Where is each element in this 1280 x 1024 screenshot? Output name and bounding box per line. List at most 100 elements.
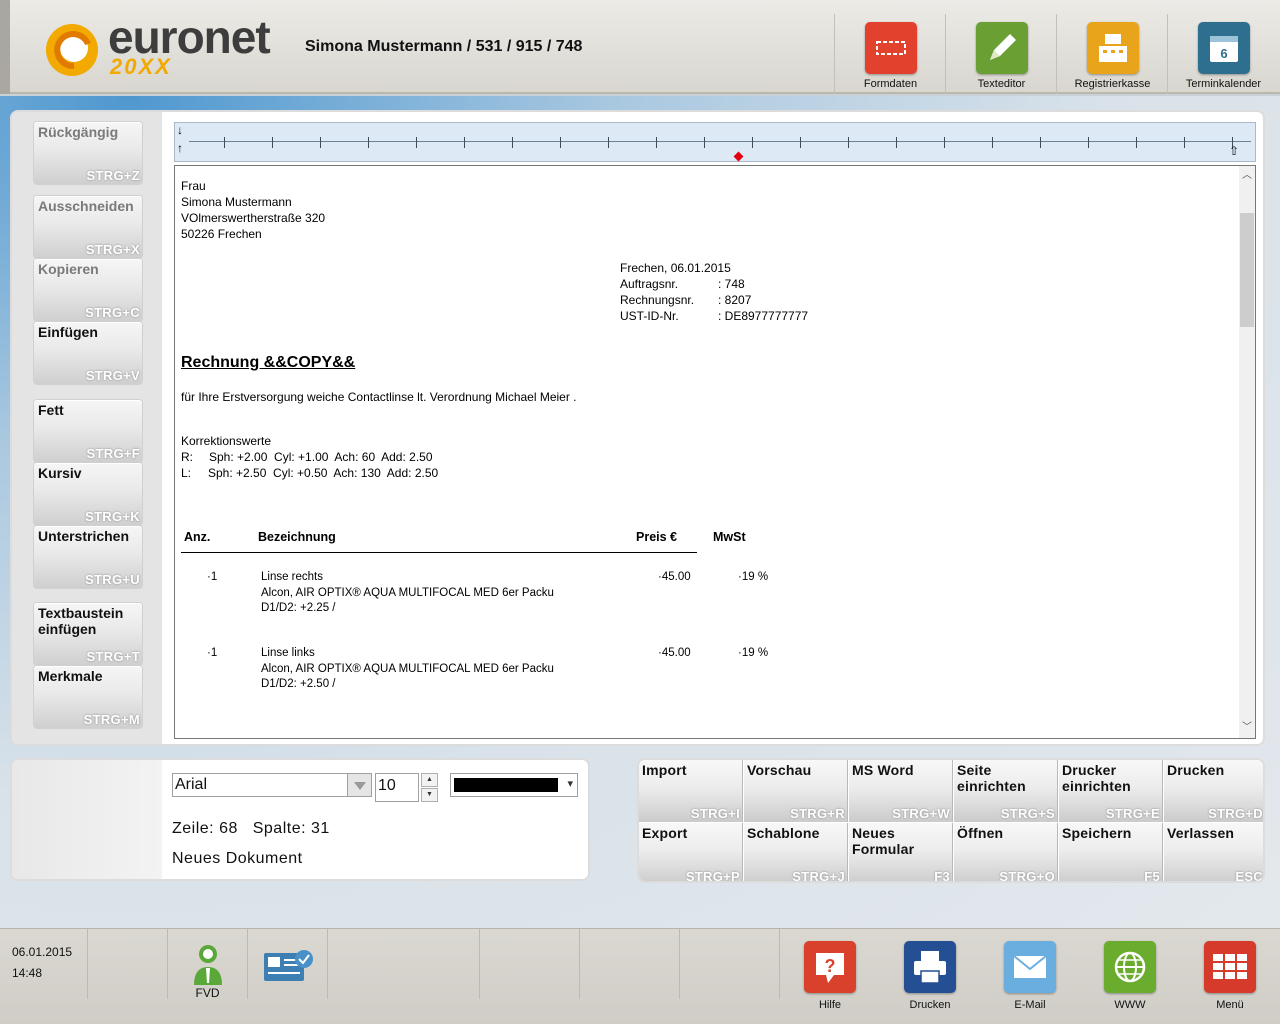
copy-button[interactable]: Kopieren STRG+C	[34, 259, 142, 321]
template-button[interactable]: Schablone STRG+J	[744, 823, 848, 883]
save-button[interactable]: Speichern F5	[1059, 823, 1163, 881]
menu-label: Menü	[1216, 999, 1244, 1011]
www-button[interactable]: WWW	[1080, 937, 1180, 1011]
export-button[interactable]: Export STRG+P	[639, 823, 743, 881]
header-left-bar	[0, 0, 10, 94]
item-1-vat: ·19 %	[738, 571, 769, 583]
document-scrollbar[interactable]: ︿ ﹀	[1239, 166, 1255, 738]
export-label: Export	[642, 825, 688, 841]
footer-print-button[interactable]: Drucken	[880, 937, 980, 1011]
exit-button[interactable]: Verlassen ESC	[1164, 823, 1263, 883]
invoice-number-label: Rechnungsnr.	[620, 293, 695, 307]
preview-label: Vorschau	[747, 762, 812, 778]
action-panel: Import STRG+I Vorschau STRG+R MS Word ST…	[637, 758, 1265, 883]
customer-info: Simona Mustermann / 531 / 915 / 748	[305, 38, 583, 55]
document-name: Neues Dokument	[172, 850, 303, 867]
ms-word-button[interactable]: MS Word STRG+W	[849, 760, 953, 822]
app-header: euronet 20XX Simona Mustermann / 531 / 9…	[0, 0, 1280, 94]
item-1-detail: Alcon, AIR OPTIX® AQUA MULTIFOCAL MED 6e…	[261, 587, 554, 599]
new-form-button[interactable]: Neues Formular F3	[849, 823, 953, 881]
item-1-name: Linse rechts	[261, 571, 324, 583]
font-color-select[interactable]: ▾	[450, 773, 578, 797]
ruler-tick	[848, 137, 849, 148]
calendar-day-number: 6	[1220, 46, 1227, 61]
cut-button[interactable]: Ausschneiden STRG+X	[34, 196, 142, 258]
person-icon	[193, 945, 222, 985]
invoice-number-value: : 8207	[718, 293, 752, 307]
insert-text-block-shortcut: STRG+T	[86, 649, 140, 664]
document-area[interactable]: Frau Simona Mustermann VOlmerswertherstr…	[174, 165, 1256, 739]
font-family-select[interactable]: Arial	[172, 773, 372, 797]
features-button[interactable]: Merkmale STRG+M	[34, 666, 142, 728]
formdaten-button[interactable]: Formdaten	[834, 14, 946, 94]
help-icon: ?	[804, 941, 856, 993]
undo-button[interactable]: Rückgängig STRG+Z	[34, 122, 142, 184]
features-label: Merkmale	[38, 668, 103, 684]
copy-label: Kopieren	[38, 261, 99, 277]
open-button[interactable]: Öffnen STRG+O	[954, 823, 1058, 881]
svg-text:?: ?	[825, 956, 836, 976]
scroll-down-icon[interactable]: ﹀	[1239, 720, 1255, 736]
menu-button[interactable]: Menü	[1180, 937, 1280, 1011]
www-label: WWW	[1114, 999, 1146, 1011]
exit-shortcut: ESC	[1235, 869, 1263, 883]
help-button[interactable]: ? Hilfe	[780, 937, 880, 1011]
import-button[interactable]: Import STRG+I	[639, 760, 743, 822]
paste-button[interactable]: Einfügen STRG+V	[34, 322, 142, 384]
terminkalender-button[interactable]: 6 Terminkalender	[1167, 14, 1279, 94]
print-shortcut: STRG+D	[1208, 806, 1263, 821]
preview-button[interactable]: Vorschau STRG+R	[744, 760, 848, 822]
ruler-tick	[1184, 137, 1185, 148]
footer-date: 06.01.2015	[12, 945, 73, 959]
top-indent-marker-icon[interactable]: ↓	[177, 123, 183, 137]
texteditor-button[interactable]: Texteditor	[945, 14, 1057, 94]
template-shortcut: STRG+J	[792, 869, 845, 883]
ruler-tick	[1136, 137, 1137, 148]
scroll-up-icon[interactable]: ︿	[1239, 168, 1255, 184]
date-line: Frechen, 06.01.2015	[620, 261, 731, 275]
italic-button[interactable]: Kursiv STRG+K	[34, 463, 142, 525]
registrierkasse-button[interactable]: Registrierkasse	[1056, 14, 1168, 94]
right-indent-marker-icon[interactable]: ⇧	[1229, 144, 1239, 158]
page-setup-shortcut: STRG+S	[1000, 806, 1055, 821]
ruler-tick	[1040, 137, 1041, 148]
ruler-tick	[320, 137, 321, 148]
help-label: Hilfe	[818, 999, 841, 1011]
bottom-indent-marker-icon[interactable]: ↑	[177, 141, 183, 155]
item-2-price: ·45.00	[658, 647, 691, 659]
fvd-button[interactable]: FVD	[168, 929, 248, 1000]
ruler[interactable]: ↓ ↑ ⇧	[174, 122, 1256, 162]
datetime-cell: 06.01.2015 14:48	[0, 929, 88, 999]
ruler-tick	[464, 137, 465, 148]
font-size-input[interactable]: 10	[375, 773, 419, 802]
font-size-up-icon[interactable]: ▲	[421, 773, 438, 787]
font-size-down-icon[interactable]: ▼	[421, 788, 438, 802]
underline-button[interactable]: Unterstrichen STRG+U	[34, 526, 142, 588]
pencil-icon	[975, 22, 1028, 74]
footer-empty-cell	[680, 929, 780, 999]
tab-stop-marker[interactable]	[733, 151, 744, 162]
insert-text-block-label: Textbaustein einfügen	[38, 605, 124, 637]
printer-setup-button[interactable]: Drucker einrichten STRG+E	[1059, 760, 1163, 822]
preview-shortcut: STRG+R	[790, 806, 845, 821]
font-dropdown-arrow-icon[interactable]	[347, 774, 371, 796]
formdaten-label: Formdaten	[863, 78, 918, 90]
email-button[interactable]: E-Mail	[980, 937, 1080, 1011]
bold-button[interactable]: Fett STRG+F	[34, 400, 142, 462]
print-button[interactable]: Drucken STRG+D	[1164, 760, 1263, 822]
address-street: VOlmerswertherstraße 320	[181, 211, 326, 225]
undo-shortcut: STRG+Z	[86, 168, 140, 183]
email-label: E-Mail	[1014, 999, 1046, 1011]
card-reader-button[interactable]	[248, 929, 328, 999]
exit-label: Verlassen	[1167, 825, 1235, 841]
new-form-label: Neues Formular	[852, 825, 915, 857]
ruler-tick	[800, 137, 801, 148]
page-setup-button[interactable]: Seite einrichten STRG+S	[954, 760, 1058, 822]
item-2-power: D1/D2: +2.50 /	[261, 678, 336, 690]
ruler-tick	[368, 137, 369, 148]
printer-setup-shortcut: STRG+E	[1105, 806, 1160, 821]
column-label: Spalte:	[252, 820, 307, 837]
scrollbar-thumb[interactable]	[1240, 213, 1254, 327]
ruler-tick	[944, 137, 945, 148]
insert-text-block-button[interactable]: Textbaustein einfügen STRG+T	[34, 603, 142, 665]
